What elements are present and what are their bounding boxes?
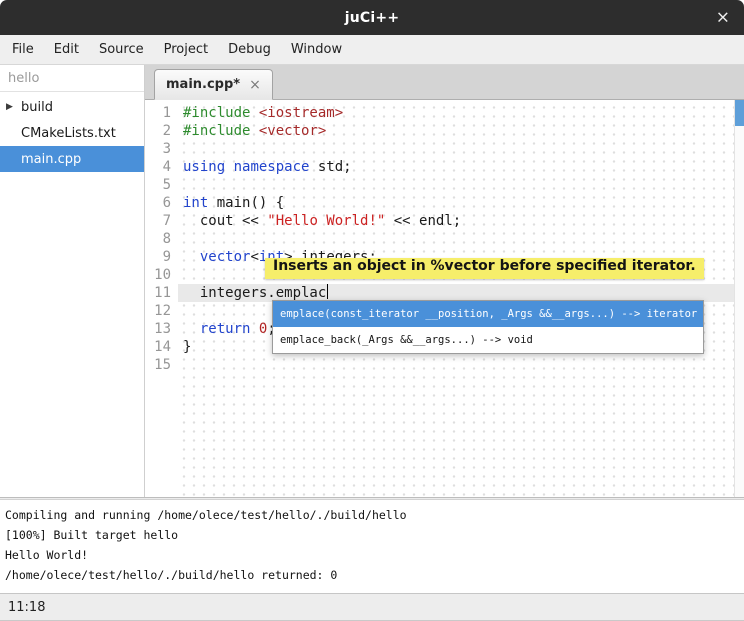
menu-item-debug[interactable]: Debug — [218, 35, 281, 64]
code-token: < — [250, 249, 258, 265]
output-line: Compiling and running /home/olece/test/h… — [5, 505, 739, 525]
code-token — [183, 249, 200, 265]
main-area: hello ▶build CMakeLists.txt main.cpp main.… — [0, 65, 744, 497]
code-token: #include — [183, 123, 259, 139]
code-token: << endl; — [385, 213, 461, 229]
window-title: juCi++ — [345, 10, 400, 26]
code-token: vector — [200, 249, 251, 265]
expander-icon[interactable]: ▶ — [6, 102, 21, 112]
tab-close-icon[interactable]: × — [249, 77, 261, 93]
line-number: 7 — [145, 212, 171, 230]
line-number: 11 — [145, 284, 171, 302]
code-token — [250, 321, 258, 337]
code-token: int — [183, 195, 208, 211]
tab-main-cpp[interactable]: main.cpp* × — [154, 69, 273, 100]
window-close-icon[interactable]: × — [716, 9, 730, 26]
line-number: 9 — [145, 248, 171, 266]
code-line-7[interactable]: cout << "Hello World!" << endl; — [178, 212, 734, 230]
line-number: 5 — [145, 176, 171, 194]
code-area[interactable]: #include <iostream>#include <vector> usin… — [178, 100, 734, 497]
code-line-15[interactable] — [178, 356, 734, 374]
file-tree-panel: hello ▶build CMakeLists.txt main.cpp — [0, 65, 145, 497]
line-number: 4 — [145, 158, 171, 176]
code-token: } — [183, 339, 191, 355]
menu-item-project[interactable]: Project — [154, 35, 218, 64]
code-token: integers.emplac — [183, 285, 326, 301]
line-number: 8 — [145, 230, 171, 248]
autocomplete-item-1[interactable]: emplace_back(_Args &&__args...) --> void — [273, 327, 703, 353]
code-token: "Hello World!" — [267, 213, 385, 229]
code-token: main() { — [208, 195, 284, 211]
line-number: 14 — [145, 338, 171, 356]
scrollbar-thumb[interactable] — [735, 100, 744, 126]
tab-label: main.cpp* — [166, 77, 240, 92]
code-token — [225, 159, 233, 175]
file-tree-label: build — [21, 100, 53, 115]
file-tree-label: CMakeLists.txt — [21, 126, 116, 141]
autocomplete-item-0[interactable]: emplace(const_iterator __position, _Args… — [273, 301, 703, 327]
output-line: /home/olece/test/hello/./build/hello ret… — [5, 565, 739, 585]
code-token — [183, 321, 200, 337]
autocomplete-popup: emplace(const_iterator __position, _Args… — [272, 300, 704, 354]
menu-item-file[interactable]: File — [2, 35, 44, 64]
line-number: 15 — [145, 356, 171, 374]
menubar: FileEditSourceProjectDebugWindow — [0, 35, 744, 65]
code-token: #include — [183, 105, 259, 121]
titlebar: juCi++ × — [0, 0, 744, 35]
code-token: cout << — [183, 213, 267, 229]
file-tree: ▶build CMakeLists.txt main.cpp — [0, 92, 144, 172]
output-line: [100%] Built target hello — [5, 525, 739, 545]
code-line-6[interactable]: int main() { — [178, 194, 734, 212]
file-tree-item-build[interactable]: ▶build — [0, 94, 144, 120]
file-tree-item-cmakelists-txt[interactable]: CMakeLists.txt — [0, 120, 144, 146]
status-bar: 11:18 — [0, 593, 744, 620]
code-line-8[interactable] — [178, 230, 734, 248]
code-line-1[interactable]: #include <iostream> — [178, 104, 734, 122]
project-name: hello — [0, 65, 144, 92]
code-token: std; — [309, 159, 351, 175]
line-number: 13 — [145, 320, 171, 338]
file-tree-label: main.cpp — [21, 152, 81, 167]
line-number: 12 — [145, 302, 171, 320]
menu-item-edit[interactable]: Edit — [44, 35, 89, 64]
code-token: using — [183, 159, 225, 175]
output-panel[interactable]: Compiling and running /home/olece/test/h… — [0, 500, 744, 593]
code-editor[interactable]: 123456789101112131415 #include <iostream… — [145, 100, 744, 497]
code-token: return — [200, 321, 251, 337]
code-token: <iostream> — [259, 105, 343, 121]
line-number: 3 — [145, 140, 171, 158]
editor-scrollbar[interactable] — [734, 100, 744, 497]
menu-item-window[interactable]: Window — [281, 35, 352, 64]
file-tree-item-main-cpp[interactable]: main.cpp — [0, 146, 144, 172]
code-token: namespace — [234, 159, 310, 175]
menu-item-source[interactable]: Source — [89, 35, 154, 64]
code-line-5[interactable] — [178, 176, 734, 194]
editor-column: main.cpp* × 123456789101112131415 #inclu… — [145, 65, 744, 497]
code-line-4[interactable]: using namespace std; — [178, 158, 734, 176]
line-number: 1 — [145, 104, 171, 122]
code-line-3[interactable] — [178, 140, 734, 158]
text-caret — [327, 284, 328, 299]
code-line-2[interactable]: #include <vector> — [178, 122, 734, 140]
doc-tooltip: Inserts an object in %vector before spec… — [265, 258, 704, 279]
line-number: 2 — [145, 122, 171, 140]
code-token: <vector> — [259, 123, 326, 139]
jucipp-window: juCi++ × FileEditSourceProjectDebugWindo… — [0, 0, 744, 621]
output-line: Hello World! — [5, 545, 739, 565]
tab-bar: main.cpp* × — [145, 65, 744, 100]
gutter: 123456789101112131415 — [145, 100, 178, 497]
line-number: 10 — [145, 266, 171, 284]
cursor-position: 11:18 — [8, 600, 45, 615]
line-number: 6 — [145, 194, 171, 212]
